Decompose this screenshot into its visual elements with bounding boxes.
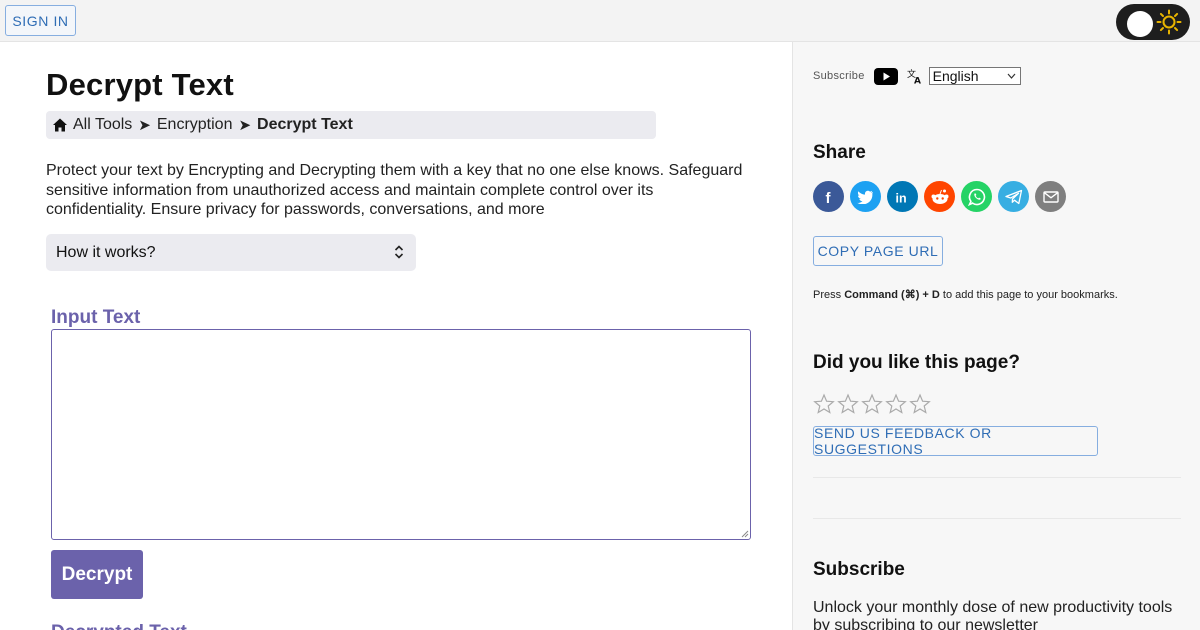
rating-stars [813, 393, 933, 415]
breadcrumb-all-tools[interactable]: All Tools [73, 116, 132, 134]
share-title: Share [813, 142, 866, 163]
how-it-works-label: How it works? [56, 243, 156, 261]
star-icon[interactable] [813, 393, 835, 415]
intro-text: Protect your text by Encrypting and Decr… [46, 162, 743, 218]
send-feedback-button[interactable]: SEND US FEEDBACK OR SUGGESTIONS [813, 425, 1098, 457]
breadcrumb-encryption[interactable]: Encryption [157, 116, 233, 134]
decrypt-button[interactable]: Decrypt [51, 550, 143, 599]
breadcrumb-separator: ➤ [138, 117, 151, 134]
sun-icon [1156, 9, 1182, 35]
star-icon[interactable] [861, 393, 883, 415]
how-it-works-toggle[interactable]: How it works? [46, 234, 416, 271]
chevron-down-icon [1007, 73, 1016, 79]
telegram-icon[interactable] [998, 181, 1029, 212]
resize-grip-icon[interactable] [741, 530, 749, 538]
divider [813, 518, 1181, 519]
decrypted-text-label: Decrypted Text [51, 622, 187, 630]
breadcrumb: All Tools ➤ Encryption ➤ Decrypt Text [46, 111, 656, 139]
language-selected: English [932, 68, 979, 84]
subscribe-row: Subscribe 文 A English [813, 66, 1021, 86]
sidebar: Subscribe 文 A English Share f in COPY PA… [792, 42, 1200, 630]
top-bar: SIGN IN [0, 0, 1200, 42]
chevron-up-down-icon [394, 245, 404, 259]
toggle-knob [1127, 11, 1153, 37]
svg-text:A: A [914, 77, 921, 85]
svg-text:f: f [825, 190, 831, 205]
svg-text:in: in [895, 191, 906, 204]
email-icon[interactable] [1035, 181, 1066, 212]
star-icon[interactable] [885, 393, 907, 415]
sign-in-button[interactable]: SIGN IN [5, 5, 76, 36]
subscribe-title: Subscribe [813, 559, 905, 580]
facebook-icon[interactable]: f [813, 181, 844, 212]
subscribe-text: Unlock your monthly dose of new producti… [813, 599, 1173, 630]
bookmark-tip-prefix: Press [813, 289, 842, 301]
copy-page-url-button[interactable]: COPY PAGE URL [813, 236, 943, 266]
subscribe-label: Subscribe [813, 70, 865, 82]
divider [813, 477, 1181, 478]
home-icon[interactable] [52, 117, 68, 133]
translate-icon: 文 A [907, 68, 921, 85]
page-title: Decrypt Text [46, 67, 234, 102]
star-icon[interactable] [909, 393, 931, 415]
like-title: Did you like this page? [813, 352, 1020, 373]
breadcrumb-separator: ➤ [238, 117, 252, 134]
input-text-label: Input Text [51, 307, 141, 328]
reddit-icon[interactable] [924, 181, 955, 212]
bookmark-tip: Press Command (⌘) + D to add this page t… [813, 288, 1118, 301]
linkedin-icon[interactable]: in [887, 181, 918, 212]
bookmark-tip-suffix: to add this page to your bookmarks. [942, 289, 1118, 301]
star-icon[interactable] [837, 393, 859, 415]
breadcrumb-current: Decrypt Text [257, 116, 353, 133]
share-icons: f in [813, 181, 1072, 212]
twitter-icon[interactable] [850, 181, 881, 212]
theme-toggle[interactable] [1116, 4, 1190, 40]
language-select[interactable]: English [928, 67, 1021, 85]
input-text-area[interactable] [51, 329, 751, 540]
youtube-icon[interactable] [873, 67, 898, 85]
bookmark-shortcut: Command (⌘) + D [844, 289, 940, 301]
whatsapp-icon[interactable] [961, 181, 992, 212]
